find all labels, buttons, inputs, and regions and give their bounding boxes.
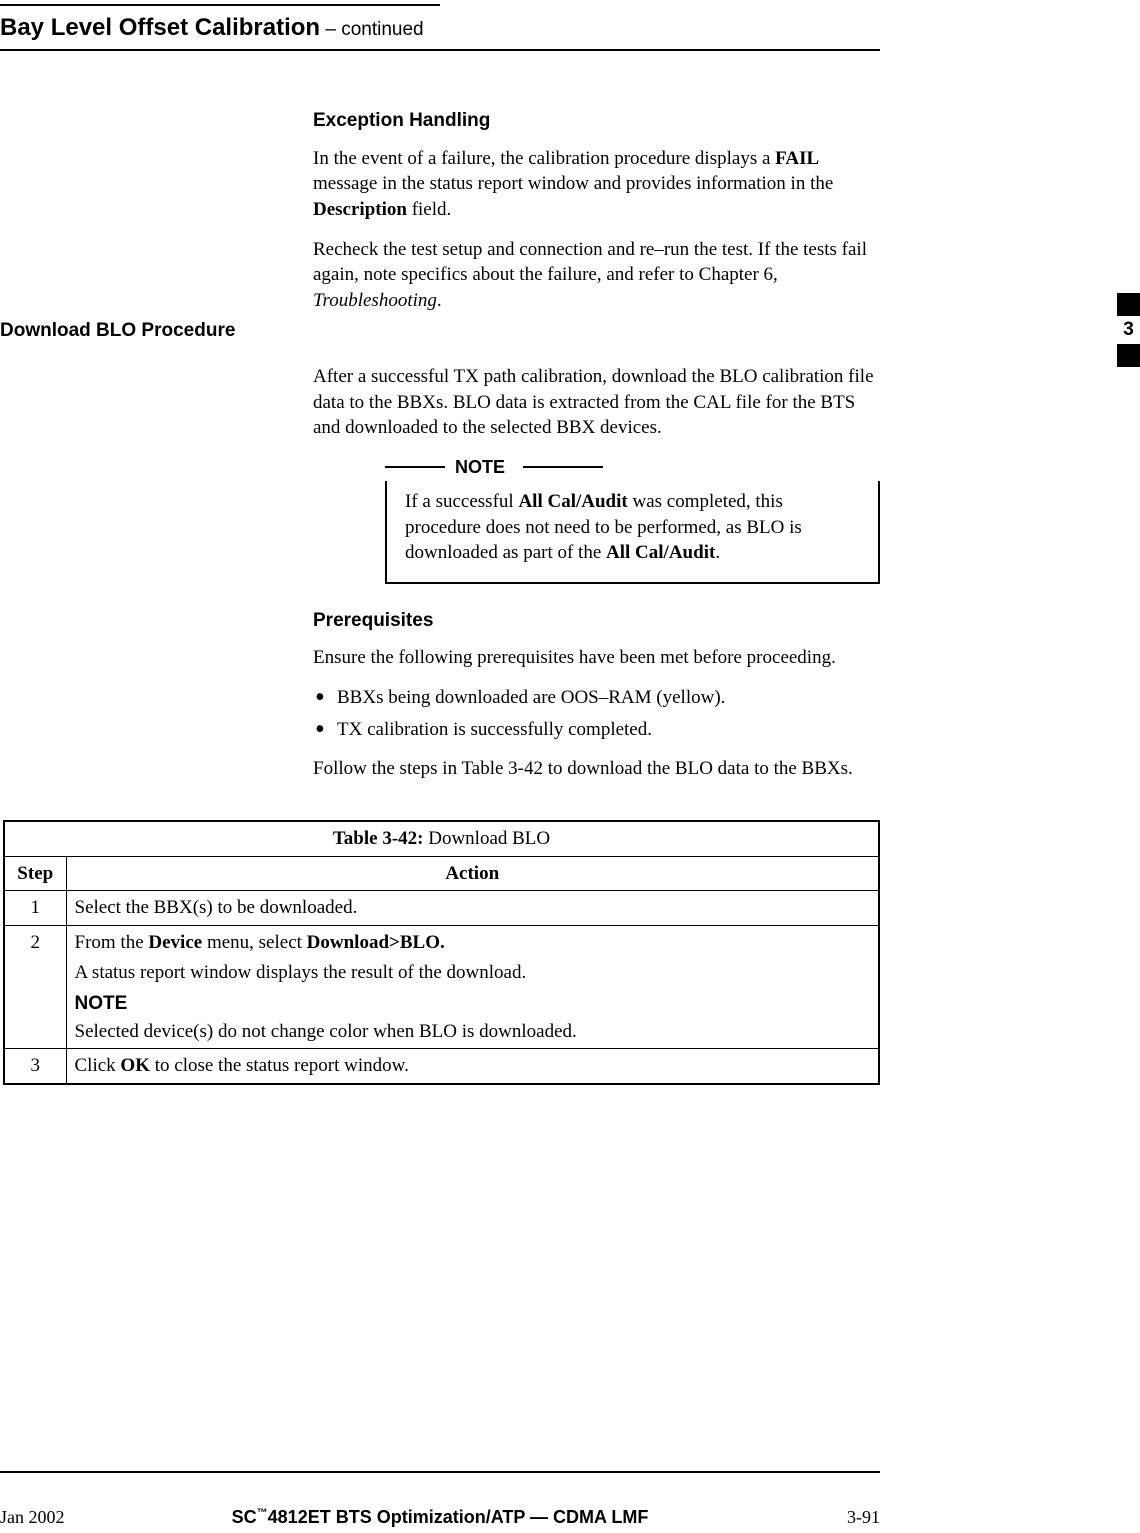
note-body: If a successful All Cal/Audit was comple…	[385, 481, 880, 584]
download-blo-label: Download>BLO.	[307, 932, 445, 953]
text: If a successful	[405, 491, 518, 512]
note-rule-right	[523, 466, 603, 468]
text: In the event of a failure, the calibrati…	[313, 148, 775, 169]
table-header-action: Action	[66, 856, 879, 891]
list-item: TX calibration is successfully completed…	[313, 717, 880, 743]
status-report-text: A status report window displays the resu…	[75, 960, 871, 986]
note-text: Selected device(s) do not change color w…	[75, 1019, 871, 1045]
download-paragraph-1: After a successful TX path calibration, …	[313, 364, 880, 441]
table-download-blo: Table 3-42: Download BLO Step Action 1 S…	[3, 820, 880, 1085]
table-row: 2 From the Device menu, select Download>…	[4, 925, 879, 1049]
text: 4812ET BTS Optimization/ATP — CDMA LMF	[268, 1507, 649, 1527]
text: Recheck the test setup and connection an…	[313, 239, 867, 286]
chapter-tab: 3	[1117, 293, 1140, 367]
prereq-paragraph-1: Ensure the following prerequisites have …	[313, 645, 880, 671]
text: .	[715, 542, 720, 563]
table-row: 3 Click OK to close the status report wi…	[4, 1049, 879, 1084]
action-cell: From the Device menu, select Download>BL…	[66, 925, 879, 1049]
header-rule-bottom	[0, 49, 880, 51]
footer-rule	[0, 1471, 880, 1473]
note-rule-left	[385, 466, 445, 468]
trademark-icon: ™	[257, 1507, 268, 1519]
heading-exception-handling: Exception Handling	[313, 108, 880, 134]
text: From the	[75, 932, 149, 953]
tab-block-bottom	[1117, 344, 1140, 367]
prereq-list: BBXs being downloaded are OOS–RAM (yello…	[313, 685, 880, 742]
table-number: Table 3-42:	[333, 828, 424, 849]
step-cell: 3	[4, 1049, 66, 1084]
tab-block-top	[1117, 293, 1140, 316]
step-cell: 2	[4, 925, 66, 1049]
list-item: BBXs being downloaded are OOS–RAM (yello…	[313, 685, 880, 711]
table-header-step: Step	[4, 856, 66, 891]
exception-paragraph-1: In the event of a failure, the calibrati…	[313, 146, 880, 223]
tab-chapter-number: 3	[1117, 316, 1140, 344]
note-label: NOTE	[455, 455, 505, 479]
table-row: 1 Select the BBX(s) to be downloaded.	[4, 891, 879, 926]
page-title: Bay Level Offset Calibration – continued	[0, 12, 424, 44]
text: .	[437, 290, 442, 311]
heading-download-blo-procedure: Download BLO Procedure	[0, 318, 235, 344]
ok-button-label: OK	[120, 1055, 150, 1076]
text: message in the status report window and …	[313, 173, 833, 194]
exception-paragraph-2: Recheck the test setup and connection an…	[313, 237, 880, 314]
text: to close the status report window.	[150, 1055, 409, 1076]
step-cell: 1	[4, 891, 66, 926]
note-label: NOTE	[75, 991, 871, 1017]
footer-page-number: 3-91	[847, 1505, 880, 1529]
text: field.	[407, 199, 451, 220]
table-title: Download BLO	[423, 828, 550, 849]
text: menu, select	[202, 932, 306, 953]
table-caption: Table 3-42: Download BLO	[4, 821, 879, 856]
heading-prerequisites: Prerequisites	[313, 608, 880, 634]
all-cal-audit-label: All Cal/Audit	[606, 542, 715, 563]
text: Click	[75, 1055, 121, 1076]
prereq-paragraph-2: Follow the steps in Table 3-42 to downlo…	[313, 756, 880, 782]
all-cal-audit-label: All Cal/Audit	[518, 491, 627, 512]
text: SC	[232, 1507, 257, 1527]
action-cell: Click OK to close the status report wind…	[66, 1049, 879, 1084]
page-title-main: Bay Level Offset Calibration	[0, 14, 320, 41]
header-rule-top	[0, 4, 440, 6]
fail-label: FAIL	[775, 148, 819, 169]
troubleshooting-ref: Troubleshooting	[313, 290, 437, 311]
device-menu-label: Device	[148, 932, 202, 953]
description-label: Description	[313, 199, 407, 220]
footer-doc-title: SC™4812ET BTS Optimization/ATP — CDMA LM…	[0, 1505, 880, 1529]
action-cell: Select the BBX(s) to be downloaded.	[66, 891, 879, 926]
note-box: NOTE If a successful All Cal/Audit was c…	[385, 455, 880, 584]
page-title-continued: – continued	[320, 19, 424, 40]
